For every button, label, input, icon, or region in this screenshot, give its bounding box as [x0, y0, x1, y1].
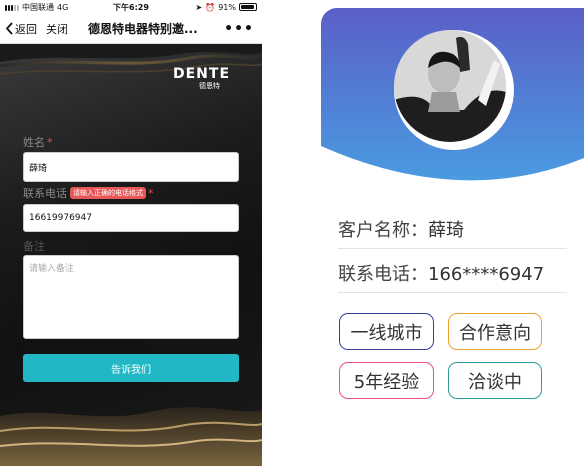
- remark-textarea[interactable]: 请输入备注: [23, 255, 239, 339]
- customer-card: 客户名称：薛琦 联系电话：166****6947 一线城市 合作意向 5年经验 …: [321, 8, 584, 466]
- gold-base-decoration: [0, 407, 262, 466]
- customer-phone-value: 166****6947: [428, 264, 545, 285]
- brand-name-cn: 德恩特: [199, 82, 220, 90]
- network-type: 4G: [57, 2, 69, 12]
- tag-experience[interactable]: 5年经验: [339, 362, 434, 399]
- person-photo: [394, 30, 506, 142]
- phone-error-badge: 请输入正确的电话格式: [70, 187, 146, 199]
- location-icon: ➤: [195, 2, 203, 12]
- required-mark: *: [148, 186, 154, 200]
- page-title: 德恩特电器特别邀...: [88, 22, 198, 36]
- battery-icon: [239, 3, 257, 11]
- required-mark: *: [47, 135, 53, 149]
- carrier-name: 中国联通: [22, 2, 54, 12]
- customer-name-row: 客户名称：薛琦: [338, 216, 567, 249]
- customer-phone-row: 联系电话：166****6947: [338, 260, 567, 293]
- status-bar: 中国联通 4G 下午6:29 ➤ ⏰ 91%: [0, 0, 262, 14]
- chevron-left-icon: [5, 22, 13, 35]
- avatar: [394, 30, 514, 150]
- back-button[interactable]: 返回: [0, 21, 37, 37]
- nav-bar: 返回 关闭 德恩特电器特别邀... •••: [0, 14, 262, 44]
- signal-icon: [5, 4, 19, 11]
- name-input[interactable]: 薛琦: [23, 152, 239, 182]
- close-button[interactable]: 关闭: [46, 21, 68, 37]
- card-header: [321, 8, 584, 191]
- phone-field-label: 联系电话 请输入正确的电话格式 *: [23, 185, 154, 201]
- submit-button[interactable]: 告诉我们: [23, 354, 239, 382]
- customer-name-label: 客户名称：: [338, 220, 428, 241]
- back-label: 返回: [15, 22, 37, 36]
- tag-tier-city[interactable]: 一线城市: [339, 313, 434, 350]
- brand-logo: DENTE 德恩特: [173, 66, 253, 91]
- phone-screenshot: 中国联通 4G 下午6:29 ➤ ⏰ 91% 返回 关闭 德恩特电器特别邀...…: [0, 0, 262, 466]
- remark-field-label: 备注: [23, 240, 45, 253]
- tag-negotiating[interactable]: 洽谈中: [448, 362, 542, 399]
- phone-label-text: 联系电话: [23, 187, 67, 200]
- tag-cooperation-intent[interactable]: 合作意向: [448, 313, 542, 350]
- brand-name: DENTE: [173, 66, 231, 82]
- battery-percent: 91%: [218, 2, 236, 12]
- customer-phone-label: 联系电话：: [338, 264, 428, 285]
- phone-input[interactable]: 16619976947: [23, 204, 239, 232]
- alarm-icon: ⏰: [205, 2, 216, 12]
- more-button[interactable]: •••: [224, 14, 254, 44]
- name-field-label: 姓名 *: [23, 134, 53, 150]
- name-label-text: 姓名: [23, 136, 45, 149]
- form-background: DENTE 德恩特 姓名 * 薛琦 联系电话 请输入正确的电话格式 * 16619…: [0, 44, 262, 466]
- customer-name-value: 薛琦: [428, 220, 464, 241]
